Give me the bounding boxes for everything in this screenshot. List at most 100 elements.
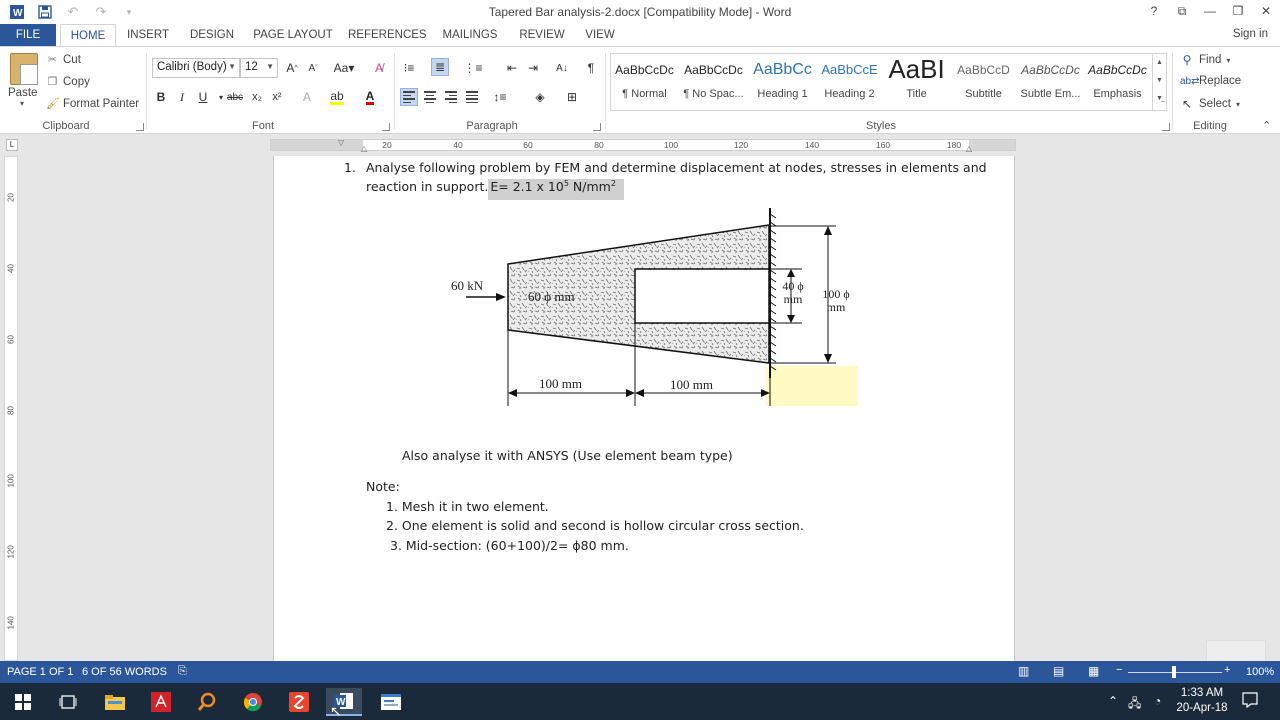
restore-icon[interactable]: ❐	[1224, 0, 1252, 22]
style-heading-2[interactable]: AaBbCcE Heading 2	[816, 54, 883, 110]
font-color-icon[interactable]: A	[361, 88, 379, 106]
system-clock[interactable]: 1:33 AM 20-Apr-18	[1172, 686, 1232, 716]
scroll-down-icon[interactable]: ▼	[1153, 72, 1166, 90]
cut-button[interactable]: ✂ Cut	[46, 53, 81, 67]
align-right-icon[interactable]	[442, 88, 460, 106]
search-app-icon[interactable]	[192, 688, 222, 716]
document-page[interactable]: 1. Analyse following problem by FEM and …	[273, 156, 1015, 661]
replace-button[interactable]: ab⇄ Replace	[1180, 75, 1241, 87]
grow-font-icon[interactable]: A ^	[283, 59, 301, 77]
change-case-icon[interactable]: Aa▾	[331, 59, 357, 77]
notifications-icon[interactable]	[1242, 692, 1258, 711]
text-effects-icon[interactable]: A	[298, 88, 316, 106]
sign-in-link[interactable]: Sign in	[1233, 28, 1268, 40]
bold-icon[interactable]: B	[152, 88, 170, 106]
bullets-icon[interactable]: ⁝≡	[400, 59, 418, 77]
align-center-icon[interactable]	[421, 88, 439, 106]
more-styles-icon[interactable]: ▼̲	[1153, 90, 1166, 108]
tab-references[interactable]: REFERENCES	[348, 24, 427, 46]
shading-icon[interactable]: ◈	[531, 88, 549, 106]
sort-icon[interactable]: A↓	[553, 59, 571, 77]
justify-icon[interactable]	[463, 88, 481, 106]
web-layout-icon[interactable]: ▦	[1088, 664, 1099, 678]
paste-dropdown-icon[interactable]: ▾	[20, 99, 40, 108]
zoom-in-icon[interactable]: +	[1224, 664, 1230, 676]
find-button[interactable]: ⚲ Find ▾	[1180, 53, 1231, 67]
paste-button[interactable]: Paste ▾	[8, 53, 40, 108]
paragraph-launcher-icon[interactable]	[593, 123, 601, 131]
tab-home[interactable]: HOME	[60, 24, 116, 47]
tab-file[interactable]: FILE	[0, 24, 56, 46]
scroll-up-icon[interactable]: ▲	[1153, 54, 1166, 72]
minimize-icon[interactable]: —	[1196, 0, 1224, 22]
ribbon-display-icon[interactable]: ⧉	[1168, 0, 1196, 22]
tapered-bar-figure[interactable]: 60 kN 60 ϕ mm 40 ϕ mm 100 ϕ mm 100 mm 10…	[444, 206, 864, 416]
first-line-indent-marker[interactable]: ▽	[338, 138, 344, 147]
increase-indent-icon[interactable]: ⇥	[524, 59, 542, 77]
wifi-icon[interactable]: ◔	[1154, 694, 1161, 708]
close-icon[interactable]: ✕	[1252, 0, 1280, 22]
help-icon[interactable]: ?	[1140, 0, 1168, 22]
page-count[interactable]: PAGE 1 OF 1	[7, 666, 73, 678]
strikethrough-icon[interactable]: abc	[226, 88, 244, 106]
subscript-icon[interactable]: x₂	[248, 88, 266, 106]
chrome-icon[interactable]	[238, 688, 268, 716]
zoom-slider-thumb[interactable]	[1172, 666, 1176, 678]
tab-mailings[interactable]: MAILINGS	[438, 24, 502, 46]
font-launcher-icon[interactable]	[382, 123, 390, 131]
vertical-ruler[interactable]: 20 40 60 80 100 120 140	[4, 156, 18, 661]
style-heading-1[interactable]: AaBbCc Heading 1	[749, 54, 816, 110]
zoom-out-icon[interactable]: −	[1116, 664, 1122, 676]
superscript-icon[interactable]: x²	[268, 88, 286, 106]
right-indent-marker[interactable]: △	[966, 144, 972, 153]
copy-button[interactable]: ❐ Copy	[46, 75, 90, 89]
tab-selector-icon[interactable]: L	[6, 139, 18, 151]
font-size-select[interactable]: 12 ▼	[240, 58, 278, 78]
app-window-icon[interactable]	[376, 688, 406, 716]
acrobat-icon[interactable]	[146, 688, 176, 716]
collapse-ribbon-icon[interactable]: ⌃	[1262, 119, 1271, 132]
styles-scroll[interactable]: ▲ ▼ ▼̲	[1152, 54, 1166, 110]
file-explorer-icon[interactable]	[100, 688, 130, 716]
style-normal[interactable]: AaBbCcDc ¶ Normal	[611, 54, 678, 110]
styles-launcher-icon[interactable]	[1162, 123, 1170, 131]
style-title[interactable]: AaBI Title	[883, 54, 950, 110]
windows-start-icon[interactable]	[8, 688, 38, 716]
tab-view[interactable]: VIEW	[580, 24, 620, 46]
task-view-icon[interactable]	[53, 688, 83, 716]
tray-expand-icon[interactable]: ⌃	[1108, 694, 1118, 708]
numbering-icon[interactable]: ≣	[431, 58, 449, 76]
show-formatting-icon[interactable]: ¶	[582, 59, 600, 77]
presentation-app-icon[interactable]	[284, 688, 314, 716]
shrink-font-icon[interactable]: Aˇ	[304, 59, 322, 77]
tab-page-layout[interactable]: PAGE LAYOUT	[250, 24, 336, 46]
tab-insert[interactable]: INSERT	[122, 24, 174, 46]
borders-icon[interactable]: ⊞	[563, 88, 581, 106]
tab-design[interactable]: DESIGN	[186, 24, 238, 46]
style-no-spacing[interactable]: AaBbCcDc ¶ No Spac...	[680, 54, 747, 110]
line-spacing-icon[interactable]: ↕≡	[491, 88, 509, 106]
zoom-level[interactable]: 100%	[1246, 666, 1274, 678]
select-button[interactable]: ↖ Select ▾	[1180, 97, 1240, 111]
style-subtitle[interactable]: AaBbCcD Subtitle	[950, 54, 1017, 110]
align-left-icon[interactable]	[400, 88, 418, 106]
style-subtle-emphasis[interactable]: AaBbCcDc Subtle Em...	[1017, 54, 1084, 110]
proofing-icon[interactable]: ⎘	[178, 665, 187, 678]
multilevel-list-icon[interactable]: ⋮≡	[464, 59, 483, 77]
style-emphasis[interactable]: AaBbCcDc Emphasis	[1084, 54, 1151, 110]
word-count[interactable]: 6 OF 56 WORDS	[82, 666, 167, 678]
format-painter-button[interactable]: 🖌 Format Painter	[46, 97, 139, 111]
tab-review[interactable]: REVIEW	[514, 24, 570, 46]
clipboard-launcher-icon[interactable]	[136, 123, 144, 131]
horizontal-ruler[interactable]: 20 40 60 80 100 120 140 160 180 ▽ △ △	[270, 138, 1016, 153]
read-mode-icon[interactable]: ▥	[1018, 664, 1029, 678]
hanging-indent-marker[interactable]: △	[361, 144, 367, 153]
clear-formatting-icon[interactable]: A̸	[370, 59, 388, 77]
decrease-indent-icon[interactable]: ⇤	[503, 59, 521, 77]
italic-icon[interactable]: I	[173, 88, 191, 106]
print-layout-icon[interactable]: ▤	[1053, 664, 1064, 678]
font-family-select[interactable]: Calibri (Body) ▼	[152, 58, 240, 78]
underline-icon[interactable]: U	[194, 88, 212, 106]
network-icon[interactable]: 🖧	[1128, 694, 1141, 715]
highlight-icon[interactable]: ab	[328, 88, 346, 106]
